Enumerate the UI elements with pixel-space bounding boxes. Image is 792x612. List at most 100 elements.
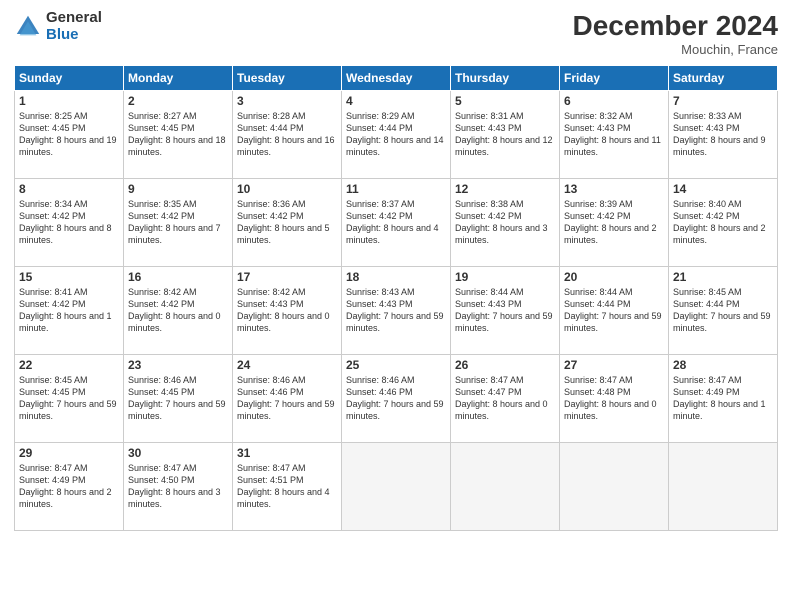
cell-info: Sunrise: 8:25 AMSunset: 4:45 PMDaylight:… bbox=[19, 111, 117, 157]
table-row bbox=[342, 443, 451, 531]
day-number: 6 bbox=[564, 94, 664, 108]
cell-info: Sunrise: 8:37 AMSunset: 4:42 PMDaylight:… bbox=[346, 199, 439, 245]
cell-info: Sunrise: 8:27 AMSunset: 4:45 PMDaylight:… bbox=[128, 111, 226, 157]
day-number: 5 bbox=[455, 94, 555, 108]
day-number: 26 bbox=[455, 358, 555, 372]
col-monday: Monday bbox=[124, 66, 233, 91]
cell-info: Sunrise: 8:47 AMSunset: 4:48 PMDaylight:… bbox=[564, 375, 657, 421]
table-row: 15 Sunrise: 8:41 AMSunset: 4:42 PMDayligh… bbox=[15, 267, 124, 355]
day-number: 22 bbox=[19, 358, 119, 372]
table-row: 31 Sunrise: 8:47 AMSunset: 4:51 PMDayligh… bbox=[233, 443, 342, 531]
calendar-header-row: Sunday Monday Tuesday Wednesday Thursday… bbox=[15, 66, 778, 91]
cell-info: Sunrise: 8:45 AMSunset: 4:44 PMDaylight:… bbox=[673, 287, 771, 333]
calendar-week-row: 8 Sunrise: 8:34 AMSunset: 4:42 PMDaylight… bbox=[15, 179, 778, 267]
col-sunday: Sunday bbox=[15, 66, 124, 91]
day-number: 30 bbox=[128, 446, 228, 460]
col-thursday: Thursday bbox=[451, 66, 560, 91]
header: General Blue December 2024 Mouchin, Fran… bbox=[14, 10, 778, 57]
table-row bbox=[451, 443, 560, 531]
page: General Blue December 2024 Mouchin, Fran… bbox=[0, 0, 792, 612]
day-number: 13 bbox=[564, 182, 664, 196]
cell-info: Sunrise: 8:42 AMSunset: 4:43 PMDaylight:… bbox=[237, 287, 330, 333]
cell-info: Sunrise: 8:33 AMSunset: 4:43 PMDaylight:… bbox=[673, 111, 766, 157]
day-number: 20 bbox=[564, 270, 664, 284]
table-row: 9 Sunrise: 8:35 AMSunset: 4:42 PMDaylight… bbox=[124, 179, 233, 267]
table-row: 23 Sunrise: 8:46 AMSunset: 4:45 PMDayligh… bbox=[124, 355, 233, 443]
table-row: 26 Sunrise: 8:47 AMSunset: 4:47 PMDayligh… bbox=[451, 355, 560, 443]
table-row: 19 Sunrise: 8:44 AMSunset: 4:43 PMDayligh… bbox=[451, 267, 560, 355]
day-number: 14 bbox=[673, 182, 773, 196]
day-number: 23 bbox=[128, 358, 228, 372]
day-number: 10 bbox=[237, 182, 337, 196]
day-number: 12 bbox=[455, 182, 555, 196]
cell-info: Sunrise: 8:40 AMSunset: 4:42 PMDaylight:… bbox=[673, 199, 766, 245]
day-number: 2 bbox=[128, 94, 228, 108]
location: Mouchin, France bbox=[573, 42, 778, 57]
table-row: 28Sunrise: 8:47 AMSunset: 4:49 PMDayligh… bbox=[669, 355, 778, 443]
table-row: 2 Sunrise: 8:27 AMSunset: 4:45 PMDaylight… bbox=[124, 91, 233, 179]
table-row: 25 Sunrise: 8:46 AMSunset: 4:46 PMDayligh… bbox=[342, 355, 451, 443]
day-number: 31 bbox=[237, 446, 337, 460]
col-wednesday: Wednesday bbox=[342, 66, 451, 91]
table-row: 16Sunrise: 8:42 AMSunset: 4:42 PMDayligh… bbox=[124, 267, 233, 355]
calendar-week-row: 15 Sunrise: 8:41 AMSunset: 4:42 PMDayligh… bbox=[15, 267, 778, 355]
cell-info: Sunrise: 8:43 AMSunset: 4:43 PMDaylight:… bbox=[346, 287, 444, 333]
cell-info: Sunrise: 8:31 AMSunset: 4:43 PMDaylight:… bbox=[455, 111, 553, 157]
month-title: December 2024 bbox=[573, 10, 778, 42]
table-row: 5 Sunrise: 8:31 AMSunset: 4:43 PMDaylight… bbox=[451, 91, 560, 179]
cell-info: Sunrise: 8:38 AMSunset: 4:42 PMDaylight:… bbox=[455, 199, 548, 245]
cell-info: Sunrise: 8:44 AMSunset: 4:44 PMDaylight:… bbox=[564, 287, 662, 333]
table-row: 24Sunrise: 8:46 AMSunset: 4:46 PMDayligh… bbox=[233, 355, 342, 443]
cell-info: Sunrise: 8:44 AMSunset: 4:43 PMDaylight:… bbox=[455, 287, 553, 333]
cell-info: Sunrise: 8:45 AMSunset: 4:45 PMDaylight:… bbox=[19, 375, 117, 421]
table-row: 13 Sunrise: 8:39 AMSunset: 4:42 PMDayligh… bbox=[560, 179, 669, 267]
day-number: 29 bbox=[19, 446, 119, 460]
table-row: 4 Sunrise: 8:29 AMSunset: 4:44 PMDaylight… bbox=[342, 91, 451, 179]
table-row: 3Sunrise: 8:28 AMSunset: 4:44 PMDaylight… bbox=[233, 91, 342, 179]
day-number: 11 bbox=[346, 182, 446, 196]
table-row: 7 Sunrise: 8:33 AMSunset: 4:43 PMDaylight… bbox=[669, 91, 778, 179]
cell-info: Sunrise: 8:46 AMSunset: 4:46 PMDaylight:… bbox=[346, 375, 444, 421]
day-number: 25 bbox=[346, 358, 446, 372]
day-number: 8 bbox=[19, 182, 119, 196]
calendar-week-row: 29Sunrise: 8:47 AMSunset: 4:49 PMDayligh… bbox=[15, 443, 778, 531]
table-row: 10 Sunrise: 8:36 AMSunset: 4:42 PMDayligh… bbox=[233, 179, 342, 267]
table-row: 27 Sunrise: 8:47 AMSunset: 4:48 PMDayligh… bbox=[560, 355, 669, 443]
cell-info: Sunrise: 8:29 AMSunset: 4:44 PMDaylight:… bbox=[346, 111, 444, 157]
cell-info: Sunrise: 8:47 AMSunset: 4:50 PMDaylight:… bbox=[128, 463, 221, 509]
day-number: 27 bbox=[564, 358, 664, 372]
col-saturday: Saturday bbox=[669, 66, 778, 91]
logo-general: General bbox=[46, 10, 102, 27]
table-row: 20 Sunrise: 8:44 AMSunset: 4:44 PMDayligh… bbox=[560, 267, 669, 355]
cell-info: Sunrise: 8:46 AMSunset: 4:45 PMDaylight:… bbox=[128, 375, 226, 421]
calendar-table: Sunday Monday Tuesday Wednesday Thursday… bbox=[14, 65, 778, 531]
table-row: 14 Sunrise: 8:40 AMSunset: 4:42 PMDayligh… bbox=[669, 179, 778, 267]
title-block: December 2024 Mouchin, France bbox=[573, 10, 778, 57]
day-number: 15 bbox=[19, 270, 119, 284]
cell-info: Sunrise: 8:47 AMSunset: 4:47 PMDaylight:… bbox=[455, 375, 548, 421]
table-row bbox=[560, 443, 669, 531]
cell-info: Sunrise: 8:46 AMSunset: 4:46 PMDaylight:… bbox=[237, 375, 335, 421]
calendar-week-row: 22 Sunrise: 8:45 AMSunset: 4:45 PMDayligh… bbox=[15, 355, 778, 443]
day-number: 18 bbox=[346, 270, 446, 284]
table-row: 30 Sunrise: 8:47 AMSunset: 4:50 PMDayligh… bbox=[124, 443, 233, 531]
cell-info: Sunrise: 8:39 AMSunset: 4:42 PMDaylight:… bbox=[564, 199, 657, 245]
day-number: 4 bbox=[346, 94, 446, 108]
cell-info: Sunrise: 8:32 AMSunset: 4:43 PMDaylight:… bbox=[564, 111, 661, 157]
day-number: 7 bbox=[673, 94, 773, 108]
col-friday: Friday bbox=[560, 66, 669, 91]
day-number: 21 bbox=[673, 270, 773, 284]
calendar-week-row: 1Sunrise: 8:25 AMSunset: 4:45 PMDaylight… bbox=[15, 91, 778, 179]
logo-icon bbox=[14, 13, 42, 41]
cell-info: Sunrise: 8:35 AMSunset: 4:42 PMDaylight:… bbox=[128, 199, 221, 245]
day-number: 9 bbox=[128, 182, 228, 196]
cell-info: Sunrise: 8:41 AMSunset: 4:42 PMDaylight:… bbox=[19, 287, 112, 333]
day-number: 19 bbox=[455, 270, 555, 284]
cell-info: Sunrise: 8:47 AMSunset: 4:51 PMDaylight:… bbox=[237, 463, 330, 509]
cell-info: Sunrise: 8:34 AMSunset: 4:42 PMDaylight:… bbox=[19, 199, 112, 245]
logo: General Blue bbox=[14, 10, 102, 43]
cell-info: Sunrise: 8:36 AMSunset: 4:42 PMDaylight:… bbox=[237, 199, 330, 245]
table-row: 22 Sunrise: 8:45 AMSunset: 4:45 PMDayligh… bbox=[15, 355, 124, 443]
table-row: 17Sunrise: 8:42 AMSunset: 4:43 PMDayligh… bbox=[233, 267, 342, 355]
cell-info: Sunrise: 8:47 AMSunset: 4:49 PMDaylight:… bbox=[673, 375, 766, 421]
